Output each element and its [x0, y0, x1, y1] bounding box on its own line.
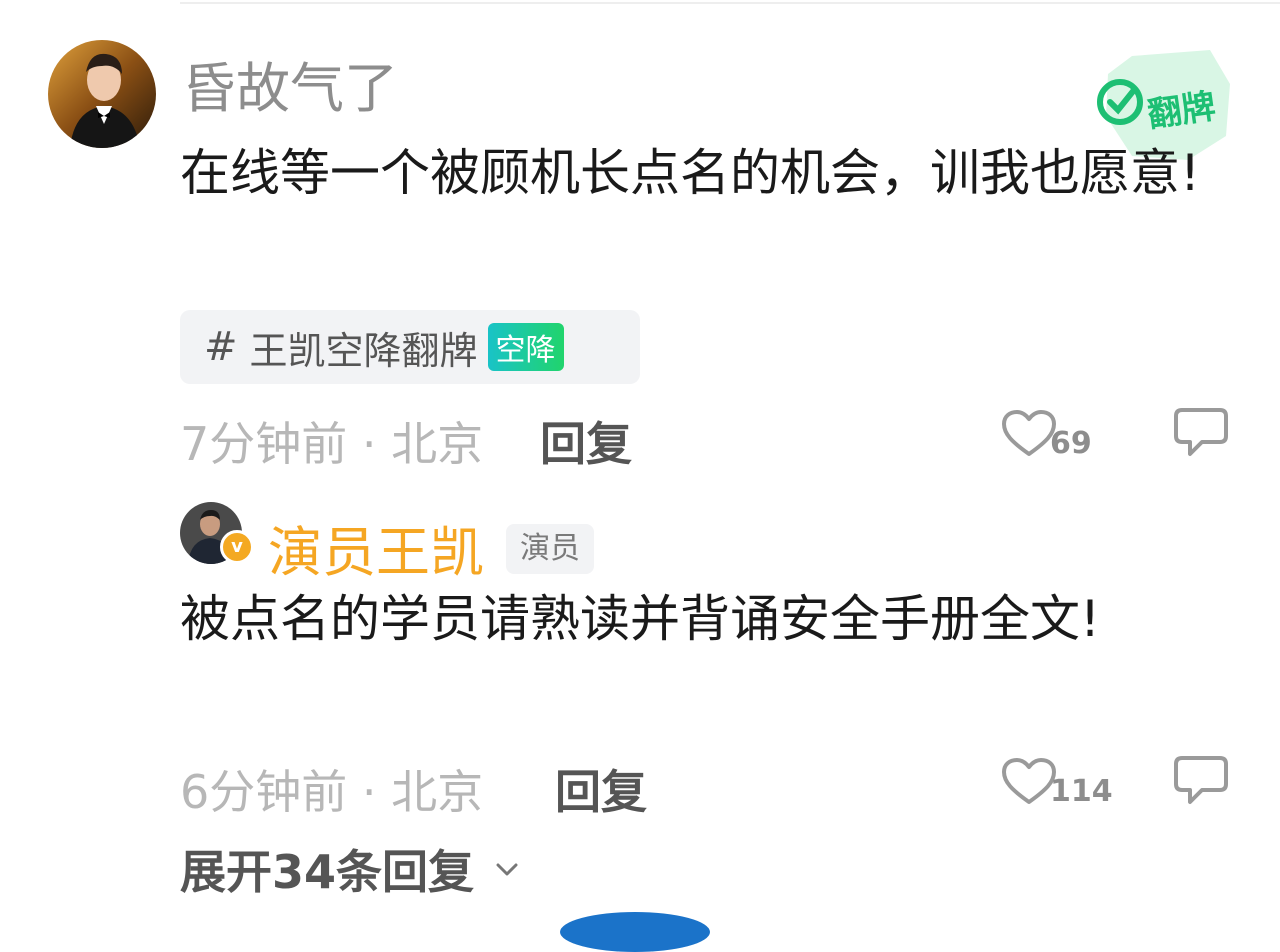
- topic-badge: 空降: [487, 323, 564, 371]
- comment-bubble-icon[interactable]: [1172, 754, 1230, 806]
- hashtag-icon: #: [204, 324, 238, 370]
- bottom-partial-element: [560, 912, 710, 952]
- expand-replies-label: 展开34条回复: [180, 845, 475, 899]
- commenter-username[interactable]: 昏故气了: [182, 44, 398, 123]
- chevron-down-icon: [496, 863, 518, 876]
- comment-text: 在线等一个被顾机长点名的机会，训我也愿意!: [180, 144, 1201, 202]
- like-count: 114: [1050, 774, 1113, 809]
- reply-button[interactable]: 回复: [555, 756, 647, 822]
- avatar-image: [48, 40, 156, 148]
- commenter-avatar[interactable]: [48, 40, 156, 148]
- topic-chip[interactable]: # 王凯空降翻牌 空降: [180, 310, 640, 384]
- verified-badge-icon: v: [220, 530, 254, 564]
- reply-button[interactable]: 回复: [540, 408, 632, 474]
- like-count: 69: [1050, 426, 1092, 461]
- reply-text: 被点名的学员请熟读并背诵安全手册全文!: [180, 590, 1101, 648]
- replier-username[interactable]: 演员王凯: [268, 508, 484, 587]
- comment-bubble-icon[interactable]: [1172, 406, 1230, 458]
- comment-time-location: 7分钟前 · 北京: [180, 417, 484, 471]
- topic-label: 王凯空降翻牌: [249, 328, 478, 373]
- expand-replies-button[interactable]: 展开34条回复: [180, 836, 522, 902]
- role-tag: 演员: [506, 524, 594, 574]
- top-divider: [180, 2, 1280, 4]
- reply-time-location: 6分钟前 · 北京: [180, 765, 484, 819]
